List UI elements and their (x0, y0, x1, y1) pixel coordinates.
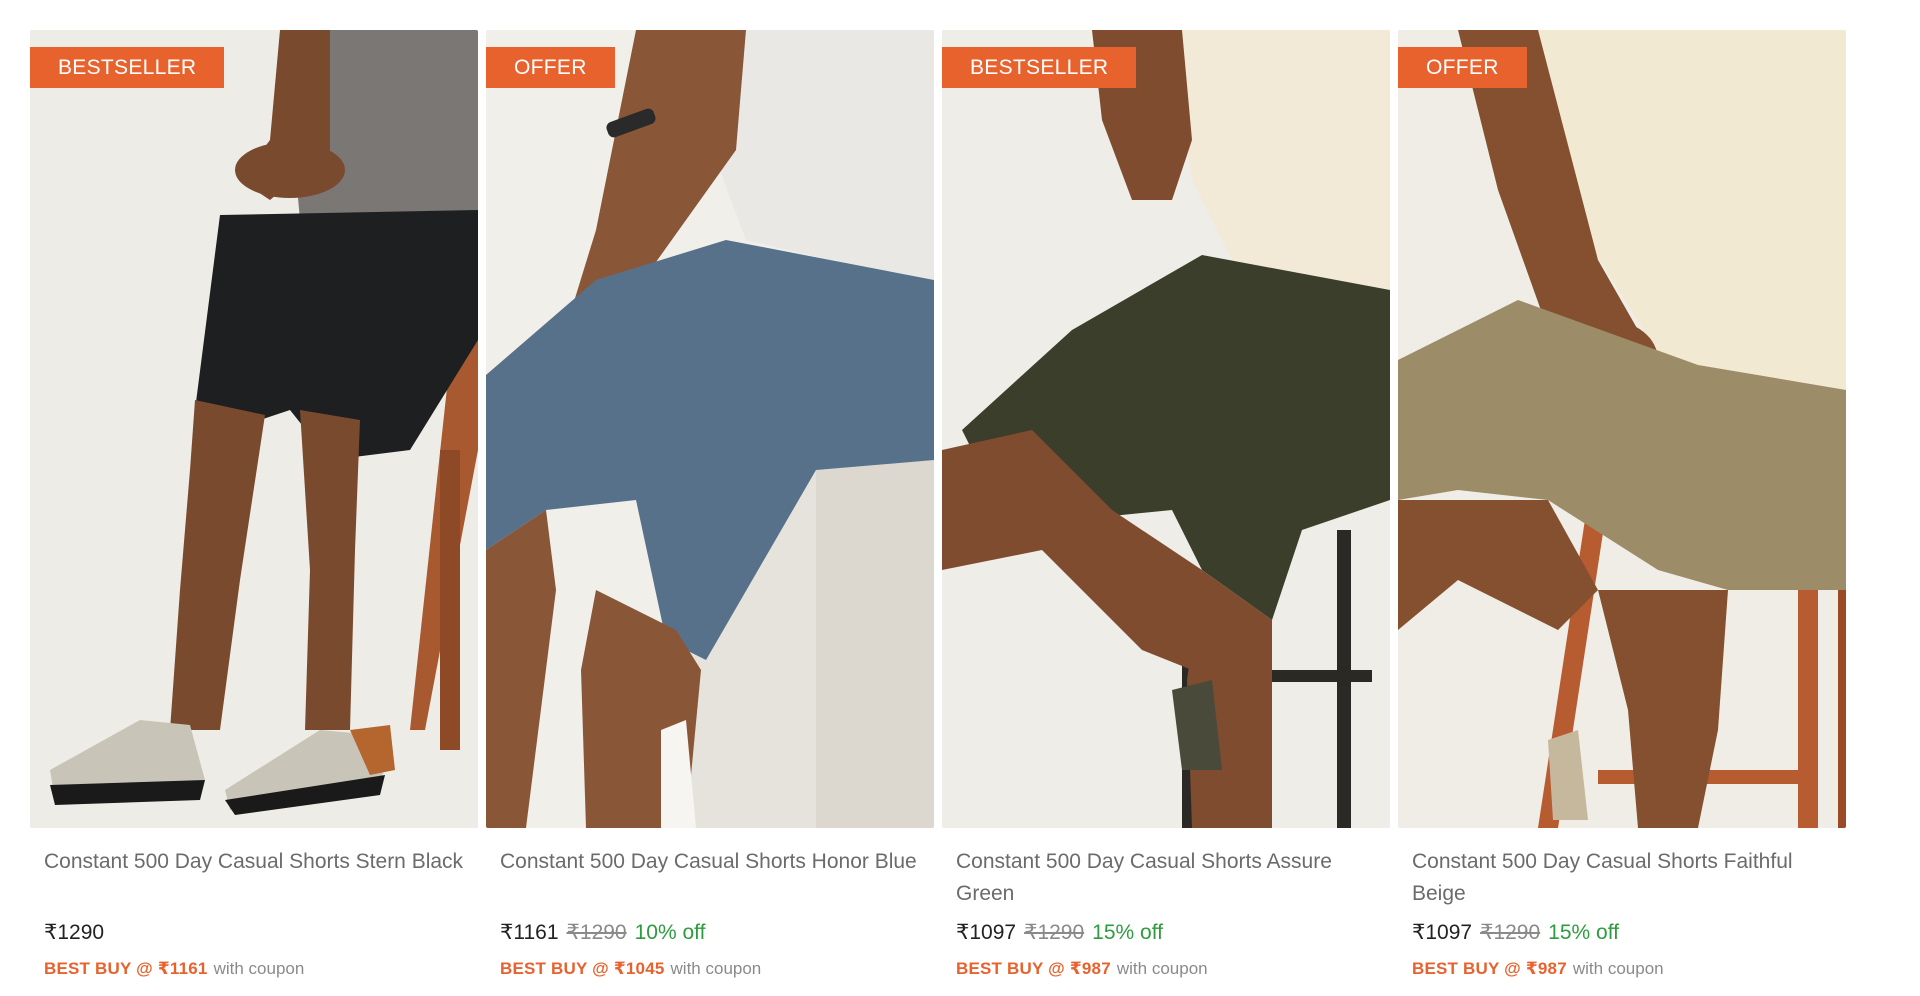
coupon-offer: BEST BUY @ ₹1045 with coupon (500, 959, 920, 979)
price: ₹1161 (500, 921, 559, 944)
original-price: ₹1290 (1024, 921, 1085, 944)
coupon-note: with coupon (670, 959, 762, 978)
product-photo (486, 30, 934, 828)
product-image[interactable]: OFFER (486, 30, 934, 828)
product-title[interactable]: Constant 500 Day Casual Shorts Honor Blu… (500, 846, 920, 910)
price: ₹1290 (44, 921, 105, 944)
coupon-offer: BEST BUY @ ₹1161 with coupon (44, 959, 464, 979)
product-title[interactable]: Constant 500 Day Casual Shorts Faithful … (1412, 846, 1832, 910)
coupon-note: with coupon (1572, 959, 1664, 978)
best-buy-price: BEST BUY @ ₹1045 (500, 959, 665, 978)
product-tag: OFFER (486, 47, 615, 88)
best-buy-price: BEST BUY @ ₹987 (956, 959, 1111, 978)
product-image[interactable]: OFFER (1398, 30, 1846, 828)
original-price: ₹1290 (1480, 921, 1541, 944)
best-buy-price: BEST BUY @ ₹987 (1412, 959, 1567, 978)
coupon-note: with coupon (213, 959, 305, 978)
product-photo (1398, 30, 1846, 828)
price: ₹1097 (1412, 921, 1473, 944)
price-row: ₹1290 (44, 920, 464, 945)
coupon-note: with coupon (1116, 959, 1208, 978)
discount: 10% off (634, 921, 706, 944)
product-tag: OFFER (1398, 47, 1527, 88)
price-row: ₹1097 ₹1290 15% off (1412, 920, 1832, 945)
product-card[interactable]: OFFER Constant 500 Day Casual Shorts Hon… (486, 30, 934, 979)
discount: 15% off (1548, 921, 1619, 944)
product-tag: BESTSELLER (30, 47, 225, 88)
price-row: ₹1097 ₹1290 15% off (956, 920, 1376, 945)
product-grid: BESTSELLER Constant 500 Day Casual Short… (30, 30, 1846, 979)
best-buy-price: BEST BUY @ ₹1161 (44, 959, 208, 978)
coupon-offer: BEST BUY @ ₹987 with coupon (1412, 959, 1832, 979)
coupon-offer: BEST BUY @ ₹987 with coupon (956, 959, 1376, 979)
product-card[interactable]: BESTSELLER Constant 500 Day Casual Short… (30, 30, 478, 979)
original-price: ₹1290 (566, 921, 627, 944)
price-row: ₹1161 ₹1290 10% off (500, 920, 920, 945)
product-title[interactable]: Constant 500 Day Casual Shorts Assure Gr… (956, 846, 1376, 910)
product-card[interactable]: OFFER Constant 500 Day Casual Shorts Fai… (1398, 30, 1846, 979)
product-image[interactable]: BESTSELLER (30, 30, 478, 828)
product-image[interactable]: BESTSELLER (942, 30, 1390, 828)
product-title[interactable]: Constant 500 Day Casual Shorts Stern Bla… (44, 846, 464, 910)
discount: 15% off (1092, 921, 1163, 944)
product-photo (30, 30, 478, 828)
product-card[interactable]: BESTSELLER Constant 500 Day Casual Short… (942, 30, 1390, 979)
product-photo (942, 30, 1390, 828)
price: ₹1097 (956, 921, 1017, 944)
product-tag: BESTSELLER (942, 47, 1137, 88)
